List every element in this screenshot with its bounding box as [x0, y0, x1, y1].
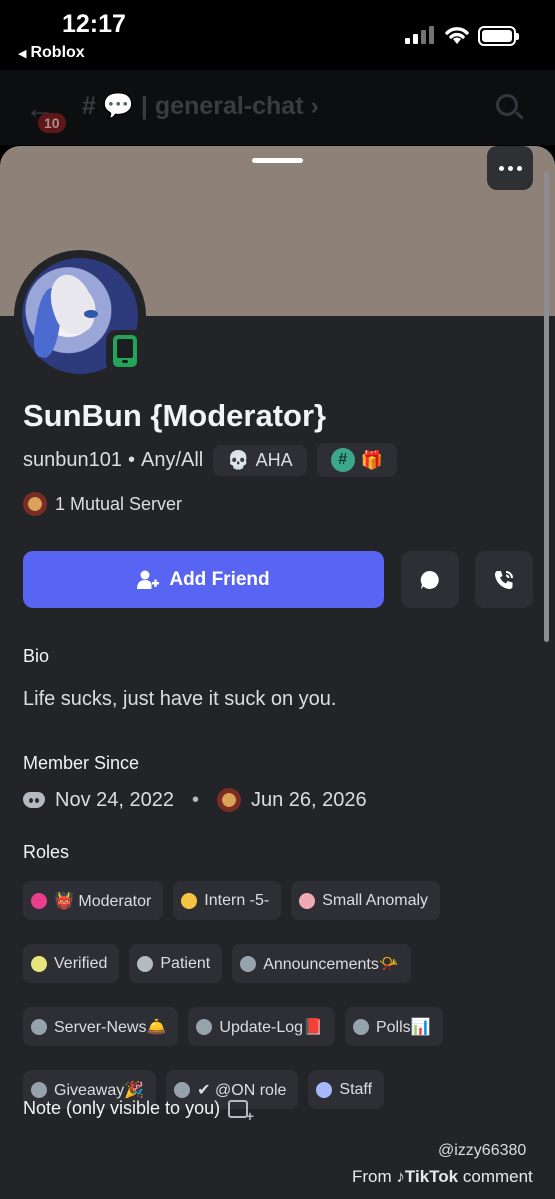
- phone-icon: [495, 570, 513, 589]
- unread-badge: 10: [38, 113, 66, 133]
- watermark-username: @izzy66380: [438, 1142, 527, 1159]
- role-chip[interactable]: Update-Log📕: [188, 1007, 335, 1046]
- add-friend-button[interactable]: Add Friend: [23, 551, 384, 608]
- role-color-dot-icon: [31, 892, 47, 909]
- discord-logo-icon: [23, 792, 45, 808]
- role-label: Update-Log📕: [219, 1018, 323, 1036]
- more-options-button[interactable]: [487, 146, 533, 190]
- scrollbar[interactable]: [544, 172, 549, 642]
- meta-separator: •: [127, 448, 135, 471]
- discord-join-date: Nov 24, 2022: [55, 788, 174, 811]
- note-label: Note (only visible to you): [23, 1098, 221, 1118]
- role-chip[interactable]: 👹 Moderator: [23, 881, 164, 920]
- battery-icon: [478, 26, 519, 46]
- pronouns: Any/All: [141, 448, 204, 471]
- role-color-dot-icon: [240, 955, 257, 972]
- role-chip[interactable]: Server-News🛎️: [23, 1007, 179, 1046]
- more-dot-icon: [507, 165, 513, 171]
- profile-badges: # 🎁: [316, 443, 398, 477]
- server-join-date: Jun 26, 2026: [251, 788, 367, 811]
- role-chip[interactable]: Verified: [23, 944, 120, 983]
- role-label: 👹 Moderator: [54, 892, 152, 910]
- role-chip[interactable]: Patient: [129, 944, 223, 983]
- hash-badge-icon[interactable]: #: [330, 448, 355, 472]
- channel-name[interactable]: # 💬 | general-chat ›: [82, 92, 319, 121]
- role-chip[interactable]: Staff: [308, 1070, 385, 1109]
- member-since-row: Nov 24, 2022 • Jun 26, 2026: [23, 788, 367, 812]
- role-color-dot-icon: [299, 892, 316, 909]
- roles-heading: Roles: [23, 842, 70, 862]
- role-label: ✔ @ON role: [197, 1081, 287, 1099]
- watermark-suffix: comment: [462, 1167, 533, 1186]
- role-label: Polls📊: [375, 1018, 431, 1036]
- date-separator: •: [191, 788, 199, 811]
- watermark-from: From: [352, 1167, 392, 1186]
- role-color-dot-icon: [31, 1081, 47, 1098]
- search-icon[interactable]: [496, 94, 518, 116]
- server-icon: [217, 788, 241, 812]
- role-chip[interactable]: Intern -5-: [173, 881, 282, 920]
- role-color-dot-icon: [31, 955, 47, 972]
- username: sunbun101: [23, 448, 122, 471]
- role-color-dot-icon: [196, 1018, 213, 1035]
- status-time: 12:17: [62, 10, 126, 38]
- wifi-icon: [445, 27, 469, 44]
- role-label: Announcements📯: [263, 955, 399, 973]
- profile-sheet: SunBun {Moderator} sunbun101 • Any/All 💀…: [0, 146, 555, 1199]
- role-label: Giveaway🎉: [54, 1081, 145, 1099]
- role-color-dot-icon: [181, 892, 198, 909]
- add-friend-label: Add Friend: [169, 568, 270, 590]
- role-label: Small Anomaly: [322, 891, 429, 909]
- server-tag-label: AHA: [255, 449, 293, 470]
- mutual-servers-link[interactable]: 1 Mutual Server: [23, 492, 182, 516]
- tiktok-logo: ♪TikTok: [396, 1167, 459, 1186]
- mutual-servers-label: 1 Mutual Server: [55, 493, 183, 514]
- bio-heading: Bio: [23, 646, 50, 666]
- role-chip[interactable]: Small Anomaly: [291, 881, 441, 920]
- bio-text: Life sucks, just have it suck on you.: [23, 688, 337, 710]
- server-tag-pill[interactable]: 💀 AHA: [213, 444, 307, 476]
- role-color-dot-icon: [352, 1018, 369, 1035]
- note-field[interactable]: Note (only visible to you): [23, 1098, 254, 1124]
- role-chip[interactable]: Polls📊: [344, 1007, 443, 1046]
- role-label: Server-News🛎️: [54, 1018, 167, 1036]
- back-to-app-link[interactable]: ◀ Roblox: [18, 44, 85, 62]
- add-note-icon: [228, 1099, 254, 1124]
- member-since-heading: Member Since: [23, 753, 140, 773]
- back-app-label: Roblox: [30, 44, 85, 61]
- sheet-drag-handle[interactable]: [252, 158, 303, 163]
- watermark-source: From ♪TikTok comment: [352, 1167, 533, 1187]
- avatar-eye: [84, 310, 98, 318]
- status-bar: 12:17 ◀ Roblox: [0, 0, 555, 70]
- more-dot-icon: [498, 165, 504, 171]
- role-color-dot-icon: [137, 955, 154, 972]
- channel-header: ← 10 # 💬 | general-chat ›: [0, 70, 555, 145]
- skull-icon: 💀: [227, 449, 250, 470]
- display-name: SunBun {Moderator}: [23, 398, 327, 433]
- role-label: Intern -5-: [204, 891, 270, 909]
- add-user-icon: [137, 570, 160, 589]
- role-color-dot-icon: [316, 1081, 333, 1098]
- message-button[interactable]: [401, 551, 459, 608]
- mobile-status-icon: [106, 330, 144, 372]
- server-icon: [23, 492, 47, 516]
- role-label: Patient: [160, 954, 211, 972]
- role-label: Staff: [339, 1080, 373, 1098]
- back-triangle-icon: ◀: [18, 48, 27, 60]
- chat-bubble-icon: [420, 570, 439, 589]
- role-label: Verified: [54, 954, 108, 972]
- role-color-dot-icon: [31, 1018, 47, 1035]
- cellular-signal-icon: [405, 26, 435, 44]
- role-chip[interactable]: Announcements📯: [232, 944, 411, 983]
- voice-call-button[interactable]: [475, 551, 533, 608]
- role-color-dot-icon: [174, 1081, 191, 1098]
- more-dot-icon: [516, 165, 522, 171]
- user-meta-row: sunbun101 • Any/All 💀 AHA # 🎁: [23, 443, 398, 477]
- roles-list: 👹 Moderator Intern -5- Small Anomaly Verifi…: [23, 881, 543, 1109]
- gift-badge-icon[interactable]: 🎁: [361, 450, 383, 471]
